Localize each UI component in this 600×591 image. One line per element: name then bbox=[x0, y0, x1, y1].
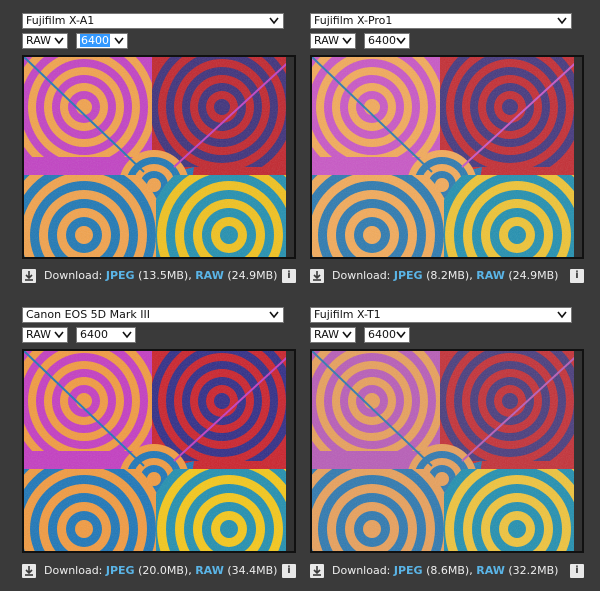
camera-select-value: Fujifilm X-Pro1 bbox=[314, 14, 393, 27]
test-chart-image bbox=[310, 349, 584, 553]
raw-download-link[interactable]: RAW bbox=[195, 564, 224, 577]
info-icon[interactable]: i bbox=[282, 564, 296, 578]
download-label: Download: bbox=[332, 564, 391, 577]
raw-download-link[interactable]: RAW bbox=[476, 269, 505, 282]
info-icon[interactable]: i bbox=[570, 564, 584, 578]
camera-select[interactable]: Fujifilm X-T1 bbox=[310, 307, 572, 323]
camera-select-value: Fujifilm X-A1 bbox=[26, 14, 95, 27]
format-select[interactable]: RAW bbox=[310, 33, 356, 49]
test-chart-image bbox=[22, 55, 296, 259]
camera-select-value: Canon EOS 5D Mark III bbox=[26, 308, 150, 321]
chevron-down-icon bbox=[54, 331, 64, 339]
chevron-down-icon bbox=[342, 37, 352, 45]
chevron-down-icon bbox=[269, 311, 279, 319]
download-icon[interactable] bbox=[22, 269, 36, 283]
iso-select-value: 6400 bbox=[368, 34, 396, 47]
chevron-down-icon bbox=[122, 331, 132, 339]
camera-comparison-pane: Canon EOS 5D Mark III RAW 6400 bbox=[22, 307, 296, 343]
raw-download-link[interactable]: RAW bbox=[476, 564, 505, 577]
download-icon[interactable] bbox=[310, 564, 324, 578]
format-select-value: RAW bbox=[314, 34, 339, 47]
jpeg-size: (13.5MB), bbox=[138, 269, 192, 282]
info-icon[interactable]: i bbox=[282, 269, 296, 283]
jpeg-size: (8.2MB), bbox=[426, 269, 473, 282]
camera-select[interactable]: Fujifilm X-Pro1 bbox=[310, 13, 572, 29]
camera-select-value: Fujifilm X-T1 bbox=[314, 308, 381, 321]
raw-size: (24.9MB) bbox=[508, 269, 559, 282]
camera-comparison-pane: Fujifilm X-T1 RAW 6400 bbox=[310, 307, 584, 343]
download-row: Download: JPEG (20.0MB), RAW (34.4MB) i bbox=[22, 563, 296, 581]
raw-size: (34.4MB) bbox=[227, 564, 278, 577]
format-select[interactable]: RAW bbox=[310, 327, 356, 343]
info-icon[interactable]: i bbox=[570, 269, 584, 283]
format-select-value: RAW bbox=[26, 328, 51, 341]
jpeg-download-link[interactable]: JPEG bbox=[106, 269, 135, 282]
download-label: Download: bbox=[44, 269, 103, 282]
chevron-down-icon bbox=[557, 311, 567, 319]
chevron-down-icon bbox=[396, 331, 406, 339]
iso-select-value: 6400 bbox=[368, 328, 396, 341]
download-links: Download: JPEG (13.5MB), RAW (24.9MB) bbox=[44, 269, 277, 282]
format-select-value: RAW bbox=[314, 328, 339, 341]
raw-size: (32.2MB) bbox=[508, 564, 559, 577]
download-icon[interactable] bbox=[310, 269, 324, 283]
iso-select[interactable]: 6400 bbox=[76, 33, 128, 49]
chevron-down-icon bbox=[54, 37, 64, 45]
iso-select[interactable]: 6400 bbox=[76, 327, 136, 343]
iso-select-value: 6400 bbox=[80, 328, 108, 341]
download-links: Download: JPEG (8.6MB), RAW (32.2MB) bbox=[332, 564, 558, 577]
download-label: Download: bbox=[44, 564, 103, 577]
download-icon[interactable] bbox=[22, 564, 36, 578]
download-links: Download: JPEG (20.0MB), RAW (34.4MB) bbox=[44, 564, 277, 577]
download-row: Download: JPEG (8.2MB), RAW (24.9MB) i bbox=[310, 268, 584, 286]
camera-comparison-pane: Fujifilm X-A1 RAW 6400 bbox=[22, 13, 296, 49]
raw-download-link[interactable]: RAW bbox=[195, 269, 224, 282]
format-select[interactable]: RAW bbox=[22, 33, 68, 49]
raw-size: (24.9MB) bbox=[227, 269, 278, 282]
download-row: Download: JPEG (13.5MB), RAW (24.9MB) i bbox=[22, 268, 296, 286]
jpeg-download-link[interactable]: JPEG bbox=[106, 564, 135, 577]
download-row: Download: JPEG (8.6MB), RAW (32.2MB) i bbox=[310, 563, 584, 581]
chevron-down-icon bbox=[269, 17, 279, 25]
chevron-down-icon bbox=[557, 17, 567, 25]
test-chart-image bbox=[22, 349, 296, 553]
camera-comparison-pane: Fujifilm X-Pro1 RAW 6400 bbox=[310, 13, 584, 49]
iso-select-value: 6400 bbox=[80, 34, 110, 47]
iso-select[interactable]: 6400 bbox=[364, 327, 410, 343]
camera-select[interactable]: Fujifilm X-A1 bbox=[22, 13, 284, 29]
jpeg-size: (8.6MB), bbox=[426, 564, 473, 577]
chevron-down-icon bbox=[342, 331, 352, 339]
test-chart-image bbox=[310, 55, 584, 259]
iso-select[interactable]: 6400 bbox=[364, 33, 410, 49]
chevron-down-icon bbox=[396, 37, 406, 45]
camera-select[interactable]: Canon EOS 5D Mark III bbox=[22, 307, 284, 323]
download-label: Download: bbox=[332, 269, 391, 282]
format-select[interactable]: RAW bbox=[22, 327, 68, 343]
download-links: Download: JPEG (8.2MB), RAW (24.9MB) bbox=[332, 269, 558, 282]
format-select-value: RAW bbox=[26, 34, 51, 47]
jpeg-download-link[interactable]: JPEG bbox=[394, 564, 423, 577]
jpeg-download-link[interactable]: JPEG bbox=[394, 269, 423, 282]
chevron-down-icon bbox=[114, 37, 124, 45]
jpeg-size: (20.0MB), bbox=[138, 564, 192, 577]
